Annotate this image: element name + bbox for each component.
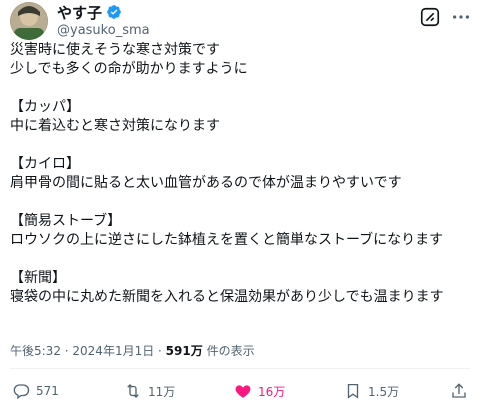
action-bar: 571 11万 16万 1.5万 bbox=[0, 378, 480, 404]
tweet-line: 寝袋の中に丸めた新聞を入れると保温効果があり少しでも温まります bbox=[10, 289, 444, 305]
name-row: やす子 bbox=[57, 2, 122, 22]
tweet-line: 【新聞】 bbox=[10, 270, 66, 286]
share-icon bbox=[452, 383, 466, 398]
tweet-line: 【簡易ストーブ】 bbox=[10, 213, 122, 229]
reply-button[interactable]: 571 bbox=[12, 378, 59, 404]
heart-icon bbox=[235, 385, 251, 398]
tweet-line: 災害時に使えそうな寒さ対策です bbox=[10, 42, 220, 58]
like-count: 16万 bbox=[258, 384, 286, 399]
tweet-line: 少しでも多くの命が助かりますように bbox=[10, 61, 248, 77]
display-name[interactable]: やす子 bbox=[57, 2, 102, 23]
avatar[interactable] bbox=[10, 2, 48, 40]
tweet-meta: 午後5:32 · 2024年1月1日 · 591万 件の表示 bbox=[10, 344, 255, 358]
views-label: 件の表示 bbox=[206, 344, 255, 358]
like-button[interactable]: 16万 bbox=[234, 378, 285, 404]
view-count: 591万 bbox=[165, 344, 203, 358]
verified-badge-icon bbox=[106, 4, 122, 20]
tweet-text: 災害時に使えそうな寒さ対策です 少しでも多くの命が助かりますように 【カッパ】 … bbox=[10, 41, 470, 307]
reply-count: 571 bbox=[36, 384, 59, 398]
divider bbox=[10, 368, 470, 369]
repost-button[interactable]: 11万 bbox=[124, 378, 175, 404]
tweet-line: 肩甲骨の間に貼ると太い血管があるので体が温まりやすいです bbox=[10, 175, 402, 191]
handle[interactable]: @yasuko_sma bbox=[57, 23, 150, 38]
bookmark-icon bbox=[347, 383, 359, 399]
repost-icon bbox=[127, 384, 139, 398]
tweet-line: ロウソクの上に逆さにした鉢植えを置くと簡単なストーブになります bbox=[10, 232, 444, 248]
tweet-line: 中に着込むと寒さ対策になります bbox=[10, 118, 220, 134]
bookmark-count: 1.5万 bbox=[368, 384, 400, 399]
tweet-line: 【カッパ】 bbox=[10, 99, 80, 115]
bookmark-button[interactable]: 1.5万 bbox=[344, 378, 399, 404]
share-button[interactable] bbox=[450, 378, 468, 404]
more-options-icon[interactable] bbox=[450, 6, 472, 28]
reply-icon bbox=[13, 384, 30, 400]
tweet-time[interactable]: 午後5:32 bbox=[10, 344, 61, 358]
repost-count: 11万 bbox=[148, 384, 176, 399]
tweet-date[interactable]: 2024年1月1日 bbox=[72, 344, 154, 358]
grok-icon[interactable] bbox=[419, 6, 441, 28]
tweet-line: 【カイロ】 bbox=[10, 156, 80, 172]
